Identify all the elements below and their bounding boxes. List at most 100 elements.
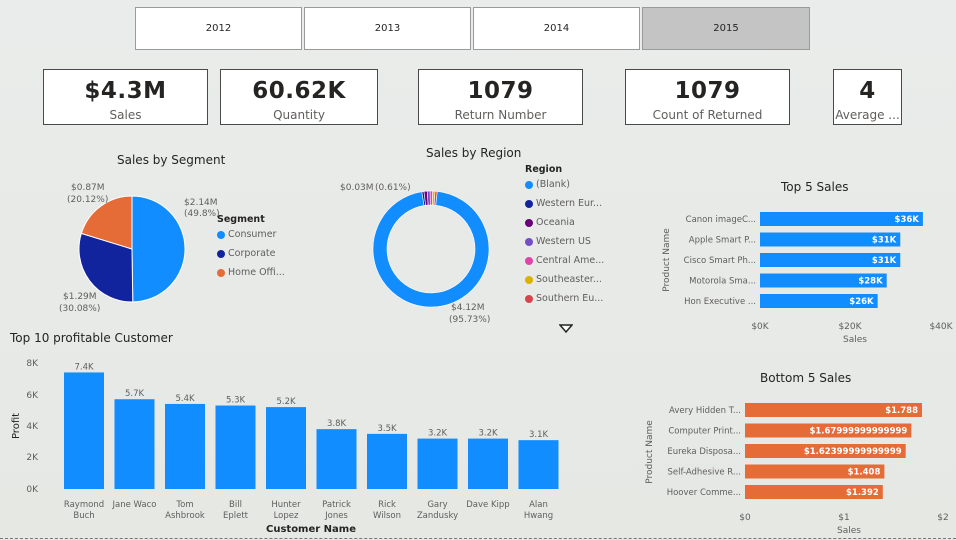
legend-dot xyxy=(525,199,533,208)
category-label: Eureka Disposa... xyxy=(667,447,741,457)
region-big-value-label: $4.12M xyxy=(451,303,485,313)
customer-xlabel: Customer Name xyxy=(266,524,356,535)
segment-legend: Segment Consumer Corporate Home Offi... xyxy=(217,214,285,282)
customer-ytick-4: 8K xyxy=(26,359,39,369)
home-office-value-label: $0.87M xyxy=(71,183,105,193)
value-label: 3.8K xyxy=(327,419,347,429)
slicer-2015-button[interactable]: 2015 xyxy=(642,7,810,50)
bar[interactable] xyxy=(64,372,104,489)
bottom5-bar-chart: Product Name Avery Hidden T... $1.788 Comp… xyxy=(645,403,949,536)
bar[interactable] xyxy=(367,433,407,489)
customer-ylabel: Profit xyxy=(11,413,22,439)
category-label: Lopez xyxy=(274,511,299,521)
region-chart-title: Sales by Region xyxy=(426,146,522,160)
value-label: $1.392 xyxy=(846,488,879,498)
category-label: Gary xyxy=(427,500,447,510)
donut-slice--blank-[interactable] xyxy=(372,191,490,308)
legend-item-home-office[interactable]: Home Offi... xyxy=(217,263,285,282)
home-office-pct-label: (20.12%) xyxy=(67,195,108,205)
region-small-value-label: $0.03M xyxy=(340,183,374,193)
corporate-value-label: $1.29M xyxy=(63,292,97,302)
legend-item-southeastern[interactable]: Southeaster... xyxy=(525,270,604,289)
bar[interactable] xyxy=(215,405,256,489)
card-value: 4 xyxy=(859,78,876,104)
bottom5-tick-2: $2 xyxy=(937,513,948,523)
category-label: Hoover Comme... xyxy=(667,488,741,498)
card-label: Return Number xyxy=(454,108,547,122)
slicer-2012-button[interactable]: 2012 xyxy=(135,7,302,50)
category-label: Dave Kipp xyxy=(466,500,509,510)
legend-label: Western Eur... xyxy=(536,198,603,209)
legend-dot xyxy=(525,294,533,303)
category-label: Hwang xyxy=(524,511,553,521)
legend-item-oceania[interactable]: Oceania xyxy=(525,213,604,232)
bar[interactable] xyxy=(417,438,458,489)
bar[interactable] xyxy=(468,438,508,489)
category-label: Apple Smart P... xyxy=(689,236,756,246)
value-label: $36K xyxy=(895,215,920,225)
bottom5-tick-1: $1 xyxy=(838,513,849,523)
bar[interactable] xyxy=(114,399,155,489)
category-label: Computer Print... xyxy=(668,427,741,437)
top5-xlabel: Sales xyxy=(843,335,867,345)
value-label: 7.4K xyxy=(74,362,94,372)
legend-dot xyxy=(525,275,533,284)
category-label: Jane Waco xyxy=(112,500,157,510)
slicer-2014-button[interactable]: 2014 xyxy=(473,7,640,50)
pie-slice-consumer[interactable] xyxy=(131,195,186,303)
legend-item-central-america[interactable]: Central Ame... xyxy=(525,251,604,270)
page-bottom-border xyxy=(0,538,956,539)
category-label: Motorola Sma... xyxy=(689,277,756,287)
category-label: Cisco Smart Ph... xyxy=(684,256,756,266)
legend-label: Consumer xyxy=(228,229,277,240)
return-number-card: 1079 Return Number xyxy=(418,69,583,125)
value-label: $1.408 xyxy=(848,468,881,478)
value-label: 5.3K xyxy=(226,396,246,406)
legend-item-western-us[interactable]: Western US xyxy=(525,232,604,251)
value-label: $28K xyxy=(858,277,883,287)
region-legend: Region (Blank) Western Eur... Oceania We… xyxy=(525,164,604,308)
card-label: Sales xyxy=(109,108,142,122)
customer-chart-title: Top 10 profitable Customer xyxy=(10,331,173,345)
top5-ylabel: Product Name xyxy=(662,228,672,292)
bar[interactable] xyxy=(518,440,559,489)
bottom5-tick-0: $0 xyxy=(739,513,751,523)
category-label: Jones xyxy=(324,511,348,521)
bar[interactable] xyxy=(316,429,357,489)
category-label: Zandusky xyxy=(417,511,458,521)
legend-label: (Blank) xyxy=(536,179,570,190)
category-label: Eplett xyxy=(223,511,249,521)
card-label: Average ... xyxy=(835,108,900,122)
legend-scroll-down-icon[interactable] xyxy=(559,324,573,334)
top5-tick-1: $20K xyxy=(838,322,862,332)
segment-chart-title: Sales by Segment xyxy=(117,153,226,167)
corporate-pct-label: (30.08%) xyxy=(59,304,100,314)
value-label: 3.2K xyxy=(478,429,498,439)
legend-dot xyxy=(525,237,533,246)
legend-item-western-europe[interactable]: Western Eur... xyxy=(525,194,604,213)
region-legend-title: Region xyxy=(525,164,563,175)
category-label: Canon imageC... xyxy=(686,215,756,225)
category-label: Hunter xyxy=(271,500,301,510)
segment-pie-chart: $2.14M (49.8%) $1.29M (30.08%) $0.87M (2… xyxy=(59,183,220,314)
legend-dot xyxy=(217,268,225,277)
bar[interactable] xyxy=(165,403,205,489)
legend-item-southern-europe[interactable]: Southern Eu... xyxy=(525,289,604,308)
value-label: $1.62399999999999 xyxy=(804,447,902,457)
bottom5-ylabel: Product Name xyxy=(645,420,655,484)
legend-item-consumer[interactable]: Consumer xyxy=(217,225,285,244)
region-small-pct-label: (0.61%) xyxy=(375,183,411,193)
card-value: 1079 xyxy=(674,78,741,104)
value-label: 5.7K xyxy=(125,389,145,399)
slicer-2013-button[interactable]: 2013 xyxy=(304,7,471,50)
legend-item-corporate[interactable]: Corporate xyxy=(217,244,285,263)
value-label: $31K xyxy=(872,236,897,246)
value-label: 3.5K xyxy=(377,424,397,434)
bar[interactable] xyxy=(266,407,306,489)
legend-label: Western US xyxy=(536,236,591,247)
legend-item-blank[interactable]: (Blank) xyxy=(525,175,604,194)
category-label: Ashbrook xyxy=(165,511,205,521)
bottom5-chart-title: Bottom 5 Sales xyxy=(760,371,852,385)
top5-bar-chart: Product Name Canon imageC... $36K Apple Sm… xyxy=(662,212,954,345)
legend-label: Southern Eu... xyxy=(536,293,604,304)
